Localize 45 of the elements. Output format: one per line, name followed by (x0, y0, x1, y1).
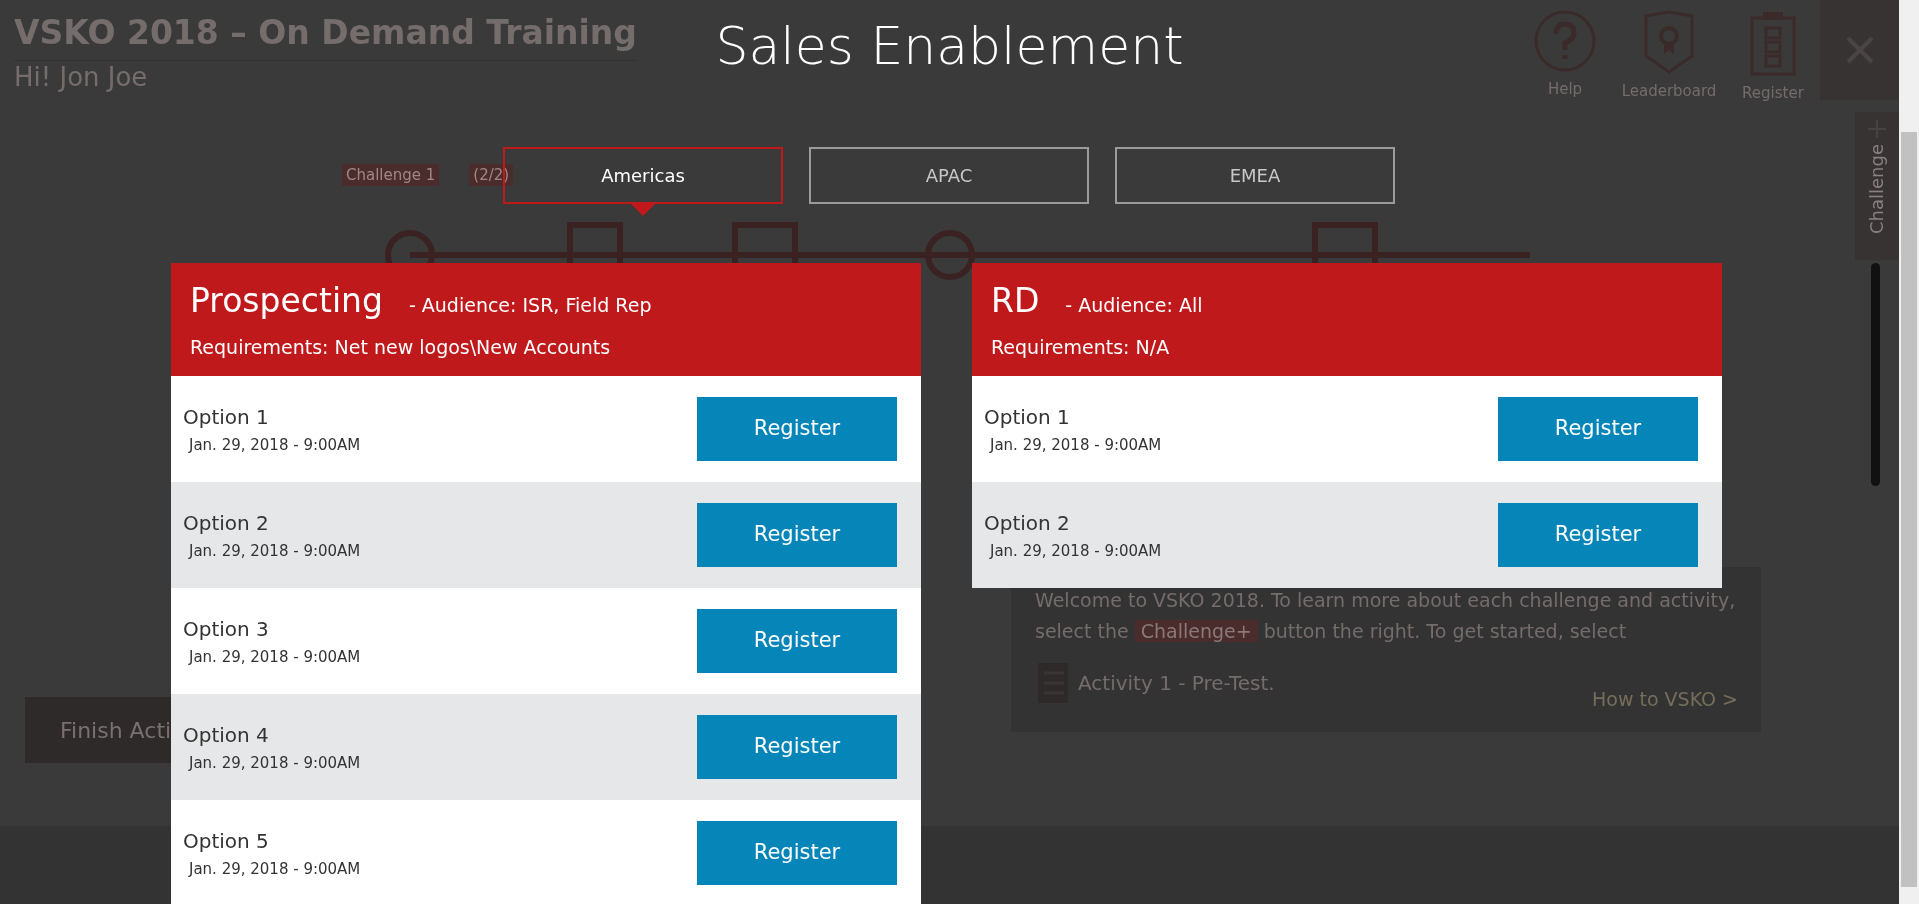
requirements-text: Requirements: N/A (991, 335, 1171, 360)
audience-text: - Audience: ISR, Field Rep (408, 293, 652, 318)
region-tab[interactable]: APAC (809, 147, 1089, 204)
page-title: VSKO 2018 – On Demand Training (14, 8, 637, 61)
option-date: Jan. 29, 2018 - 9:00AM (187, 752, 361, 774)
requirements-text: Requirements: Net new logos\New Accounts (190, 335, 612, 360)
challenge-side-tab[interactable]: Challenge (1855, 112, 1899, 260)
header-action-label[interactable]: Leaderboard (1621, 80, 1717, 103)
option-label: Option 2 (984, 509, 1071, 537)
option-date: Jan. 29, 2018 - 9:00AM (988, 540, 1162, 562)
register-button[interactable]: Register (697, 609, 897, 673)
option-date: Jan. 29, 2018 - 9:00AM (187, 858, 361, 880)
scrollbar[interactable] (1899, 0, 1919, 904)
tab-pointer-icon (631, 204, 655, 216)
option-label: Option 1 (984, 403, 1071, 431)
register-button[interactable]: Register (1498, 397, 1698, 461)
close-button[interactable] (1820, 0, 1899, 100)
option-date: Jan. 29, 2018 - 9:00AM (187, 646, 361, 668)
register-button[interactable]: Register (1498, 503, 1698, 567)
header-action-label[interactable]: Help (1547, 78, 1583, 101)
session-title: Prospecting (190, 280, 383, 322)
option-label: Option 2 (183, 509, 270, 537)
challenge-label: Challenge 1 (342, 164, 440, 186)
option-date: Jan. 29, 2018 - 9:00AM (988, 434, 1162, 456)
option-label: Option 5 (183, 827, 270, 855)
register-button[interactable]: Register (697, 503, 897, 567)
option-label: Option 1 (183, 403, 270, 431)
welcome-text: Welcome to VSKO 2018. To learn more about each challenge and activity, select the Challenge+ button the right. To get started, select (1035, 588, 1737, 644)
register-button[interactable]: Register (697, 397, 897, 461)
register-button[interactable]: Register (697, 715, 897, 779)
region-tab[interactable]: EMEA (1115, 147, 1395, 204)
option-label: Option 3 (183, 615, 270, 643)
header-action-label[interactable]: Register (1742, 82, 1804, 105)
scroll-indicator[interactable] (1871, 263, 1880, 486)
option-date: Jan. 29, 2018 - 9:00AM (187, 434, 361, 456)
session-title: RD (991, 280, 1040, 322)
finish-activity-button[interactable]: Finish Acti (25, 697, 171, 763)
audience-text: - Audience: All (1065, 293, 1203, 318)
modal-title: Sales Enablement (715, 15, 1184, 78)
option-date: Jan. 29, 2018 - 9:00AM (187, 540, 361, 562)
option-label: Option 4 (183, 721, 270, 749)
how-to-link[interactable]: How to VSKO > (1592, 685, 1738, 714)
activity-link[interactable]: Activity 1 - Pre-Test. (1078, 668, 1275, 698)
greeting: Hi! Jon Joe (14, 61, 148, 94)
register-button[interactable]: Register (697, 821, 897, 885)
